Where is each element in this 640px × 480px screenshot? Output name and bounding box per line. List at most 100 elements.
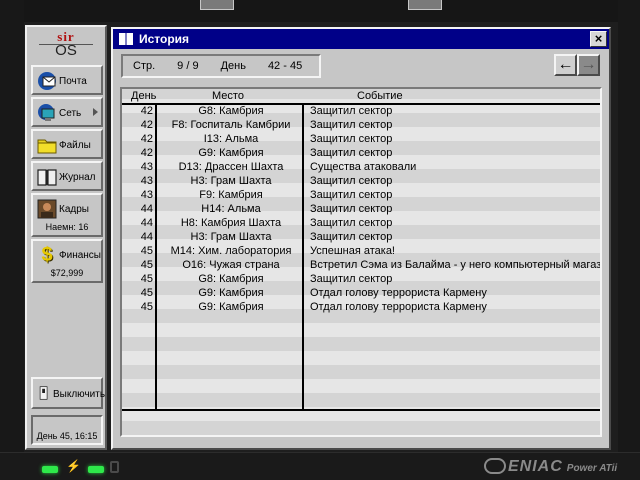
- close-button[interactable]: ×: [590, 31, 607, 47]
- column-header-event: Событие: [357, 90, 403, 102]
- cell-place: H14: Альма: [201, 203, 261, 215]
- cell-place: H3: Грам Шахта: [190, 231, 272, 243]
- folder-icon: [37, 139, 57, 154]
- day-label: День: [220, 60, 246, 72]
- sidebar-item-label: Журнал: [59, 172, 96, 183]
- table-row: 45 O16: Чужая страна Встретил Сэма из Бала…: [122, 259, 600, 273]
- table-row: 44 H3: Грам Шахта Защитил сектор: [122, 231, 600, 245]
- device-status-bar: ⚡ ENIAC Power ATii: [0, 452, 640, 480]
- cell-day: 44: [140, 203, 153, 215]
- cell-place: G9: Камбрия: [198, 147, 264, 159]
- bezel-clip: [408, 0, 442, 10]
- cell-event: Защитил сектор: [310, 189, 393, 201]
- brand-model: Power ATii: [566, 463, 618, 474]
- cell-event: Успешная атака!: [310, 245, 395, 257]
- device-bezel-right: [618, 0, 640, 480]
- table-row: 45 G8: Камбрия Защитил сектор: [122, 273, 600, 287]
- sidebar-item-label: Почта: [59, 76, 87, 87]
- cell-day: 42: [140, 105, 153, 117]
- table-body: 42 G8: Камбрия Защитил сектор 42 F8: Госпита…: [122, 105, 600, 315]
- cell-day: 42: [140, 119, 153, 131]
- sidebar-item-finances[interactable]: $ Финансы $72,999: [31, 239, 103, 283]
- cell-place: M14: Хим. лаборатория: [170, 245, 292, 257]
- eniac-logo-icon: [484, 458, 506, 474]
- cell-day: 45: [140, 301, 153, 313]
- mail-icon: [38, 72, 56, 90]
- table-row: 45 G9: Камбрия Отдал голову террориста Кар…: [122, 287, 600, 301]
- sidebar-item-label: Кадры: [59, 204, 89, 215]
- logo-divider: [39, 44, 93, 45]
- cell-event: Встретил Сэма из Балайма - у него компью…: [310, 259, 602, 271]
- bezel-clip: [200, 0, 234, 10]
- cell-day: 43: [140, 189, 153, 201]
- brand-name: ENIAC: [508, 458, 563, 475]
- os-logo-os: OS: [55, 42, 77, 59]
- sidebar-item-label: Файлы: [59, 140, 91, 151]
- sidebar: sir OS Почта Сеть Файлы Журнал Кадры Нае…: [25, 25, 107, 450]
- sidebar-item-network[interactable]: Сеть: [31, 97, 103, 127]
- cell-day: 43: [140, 161, 153, 173]
- cell-place: G8: Камбрия: [198, 105, 264, 117]
- cell-event: Защитил сектор: [310, 175, 393, 187]
- power-led-icon: [42, 466, 58, 473]
- disk-icon: [110, 461, 119, 473]
- table-row: 42 G8: Камбрия Защитил сектор: [122, 105, 600, 119]
- window-titlebar[interactable]: История ×: [113, 29, 609, 49]
- sidebar-item-personnel[interactable]: Кадры Наемн: 16: [31, 193, 103, 237]
- cell-day: 45: [140, 287, 153, 299]
- shutdown-button[interactable]: Выключить: [31, 377, 106, 409]
- cell-day: 43: [140, 175, 153, 187]
- sidebar-item-mail[interactable]: Почта: [31, 65, 103, 95]
- history-window: История × Стр. 9 / 9 День 42 - 45 ← → День …: [111, 27, 611, 450]
- sidebar-item-journal[interactable]: Журнал: [31, 161, 103, 191]
- cell-day: 42: [140, 133, 153, 145]
- sidebar-item-files[interactable]: Файлы: [31, 129, 103, 159]
- cell-event: Защитил сектор: [310, 105, 393, 117]
- cell-day: 42: [140, 147, 153, 159]
- cell-day: 45: [140, 259, 153, 271]
- page-label: Стр.: [133, 60, 156, 72]
- shutdown-label: Выключить: [53, 389, 106, 400]
- network-icon: [38, 104, 55, 121]
- dollar-icon: $: [41, 244, 53, 266]
- employee-count: Наемн: 16: [45, 222, 89, 232]
- cell-place: H8: Камбрия Шахта: [180, 217, 282, 229]
- column-header-place: Место: [212, 90, 244, 102]
- cell-event: Защитил сектор: [310, 273, 393, 285]
- page-info-box: Стр. 9 / 9 День 42 - 45: [121, 54, 321, 78]
- table-row: 42 I13: Альма Защитил сектор: [122, 133, 600, 147]
- page-indicator: 9 / 9: [177, 60, 199, 72]
- cell-place: G8: Камбрия: [198, 273, 264, 285]
- disk-led-icon: [88, 466, 104, 473]
- window-title: История: [139, 32, 190, 46]
- cell-event: Отдал голову террориста Кармену: [310, 301, 487, 313]
- cell-event: Защитил сектор: [310, 203, 393, 215]
- cell-event: Защитил сектор: [310, 217, 393, 229]
- table-row: 44 H14: Альма Защитил сектор: [122, 203, 600, 217]
- book-icon: [119, 33, 133, 45]
- cell-place: O16: Чужая страна: [182, 259, 280, 271]
- device-bezel-top: [0, 0, 640, 22]
- day-range: 42 - 45: [267, 60, 303, 72]
- cell-place: G9: Камбрия: [198, 287, 264, 299]
- table-row: 45 M14: Хим. лаборатория Успешная атака!: [122, 245, 600, 259]
- cell-place: H3: Грам Шахта: [190, 175, 272, 187]
- balance-value: $72,999: [50, 268, 84, 278]
- cell-place: G9: Камбрия: [198, 301, 264, 313]
- cell-event: Защитил сектор: [310, 147, 393, 159]
- sidebar-item-label: Финансы: [59, 250, 101, 261]
- table-row: 44 H8: Камбрия Шахта Защитил сектор: [122, 217, 600, 231]
- cell-day: 44: [140, 231, 153, 243]
- table-bottom-divider: [122, 409, 600, 411]
- personnel-icon: [37, 199, 57, 219]
- cell-day: 45: [140, 273, 153, 285]
- history-table: День Место Событие 42 G8: Камбрия Защитил …: [120, 87, 602, 437]
- next-page-button[interactable]: →: [577, 54, 600, 76]
- power-bolt-icon: ⚡: [66, 459, 81, 473]
- prev-page-button[interactable]: ←: [554, 54, 577, 76]
- cell-event: Защитил сектор: [310, 133, 393, 145]
- table-row: 42 F8: Госпиталь Камбрии Защитил сектор: [122, 119, 600, 133]
- device-brand: ENIAC Power ATii: [484, 458, 617, 476]
- cell-day: 44: [140, 217, 153, 229]
- table-row: 43 D13: Драссен Шахта Существа атаковали: [122, 161, 600, 175]
